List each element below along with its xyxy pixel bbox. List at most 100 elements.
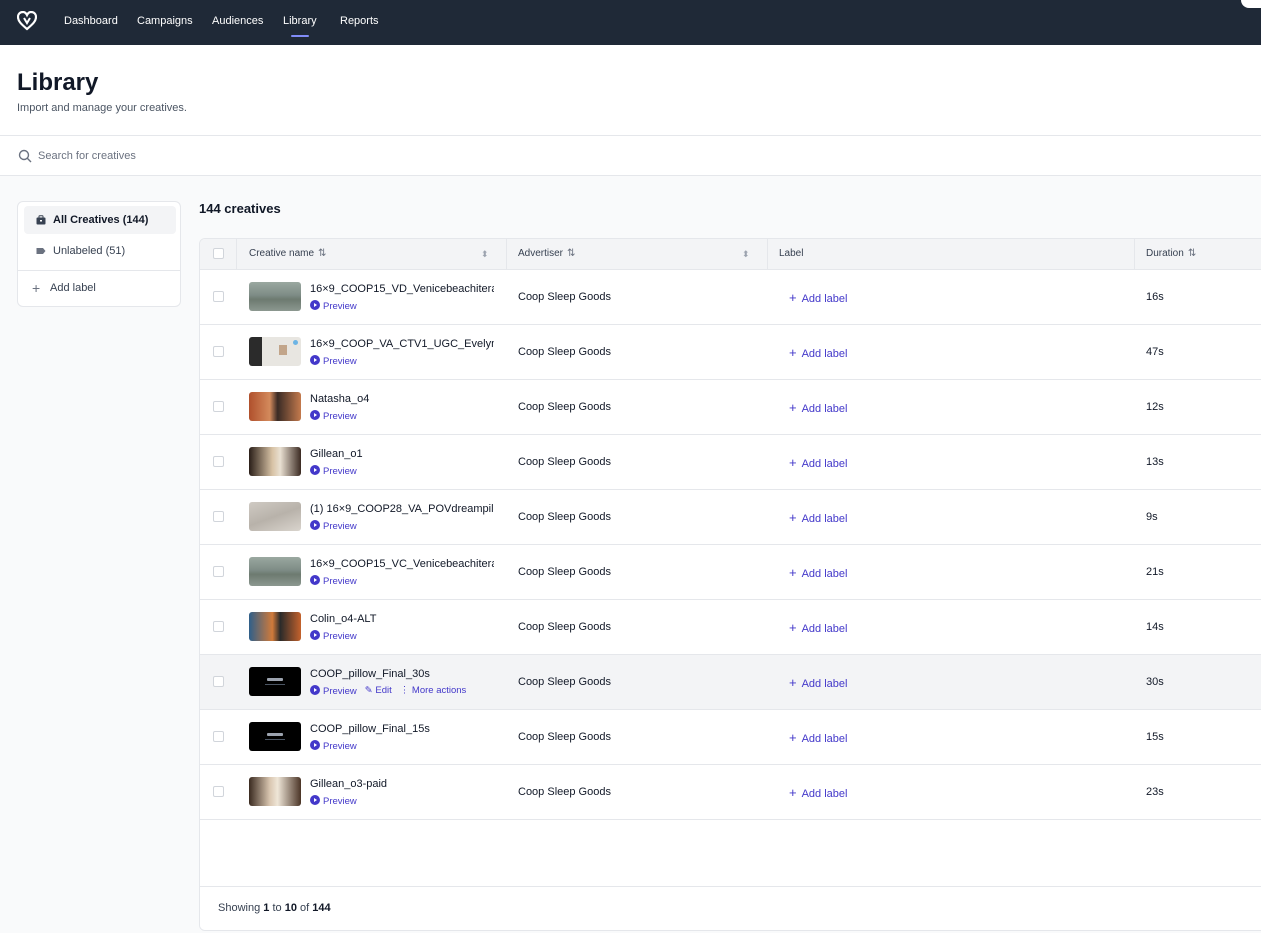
- duration-value: 15s: [1146, 731, 1164, 743]
- pagination-summary: Showing 1 to 10 of 144: [218, 887, 331, 929]
- preview-button[interactable]: Preview: [310, 685, 357, 697]
- add-label-text: Add label: [801, 678, 848, 690]
- user-menu-button[interactable]: [1241, 0, 1261, 8]
- column-divider: [767, 239, 768, 269]
- preview-label: Preview: [323, 576, 357, 587]
- creative-name: Gillean_o1: [310, 448, 363, 460]
- row-checkbox[interactable]: [213, 731, 224, 742]
- creative-thumbnail[interactable]: [249, 722, 301, 751]
- preview-button[interactable]: Preview: [310, 795, 357, 807]
- play-icon: [310, 575, 320, 585]
- preview-button[interactable]: Preview: [310, 300, 357, 312]
- creative-thumbnail[interactable]: [249, 777, 301, 806]
- more-actions-button[interactable]: ⋮ More actions: [400, 685, 467, 696]
- column-name-label: Creative name: [249, 248, 315, 259]
- add-label-text: Add label: [801, 733, 848, 745]
- creative-thumbnail[interactable]: [249, 282, 301, 311]
- search-icon: [18, 149, 32, 163]
- creative-thumbnail[interactable]: [249, 502, 301, 531]
- search-bar: [0, 136, 1261, 176]
- add-label-button[interactable]: + Add label: [789, 325, 847, 382]
- column-header-name[interactable]: Creative name ⇅: [249, 239, 326, 269]
- row-actions: Preview: [310, 520, 365, 533]
- column-header-advertiser[interactable]: Advertiser ⇅: [518, 239, 575, 269]
- row-checkbox[interactable]: [213, 401, 224, 412]
- play-icon: [310, 465, 320, 475]
- briefcase-icon: [36, 215, 46, 225]
- row-actions: Preview: [310, 575, 365, 588]
- preview-button[interactable]: Preview: [310, 520, 357, 532]
- advertiser-name: Coop Sleep Goods: [518, 786, 611, 798]
- row-checkbox[interactable]: [213, 786, 224, 797]
- nav-audiences[interactable]: Audiences: [212, 0, 263, 45]
- creative-thumbnail[interactable]: [249, 557, 301, 586]
- search-input[interactable]: [38, 144, 638, 168]
- row-checkbox[interactable]: [213, 456, 224, 467]
- row-checkbox[interactable]: [213, 621, 224, 632]
- table-row[interactable]: COOP_pillow_Final_30s Preview ✎ Edit ⋮ Mor…: [200, 655, 1261, 710]
- creative-thumbnail[interactable]: [249, 392, 301, 421]
- creative-thumbnail[interactable]: [249, 667, 301, 696]
- play-icon: [310, 685, 320, 695]
- preview-label: Preview: [323, 796, 357, 807]
- table-row[interactable]: 16×9_COOP_VA_CTV1_UGC_EvelynHe Preview C…: [200, 325, 1261, 380]
- sidebar-item-unlabeled[interactable]: Unlabeled (51): [24, 237, 176, 265]
- column-resize-icon[interactable]: ⬍: [742, 239, 750, 269]
- preview-button[interactable]: Preview: [310, 575, 357, 587]
- column-header-duration[interactable]: Duration ⇅: [1146, 239, 1196, 269]
- add-label-button[interactable]: + Add label: [789, 270, 847, 327]
- table-row[interactable]: 16×9_COOP15_VC_Venicebeachiterat Preview…: [200, 545, 1261, 600]
- column-resize-icon[interactable]: ⬍: [481, 239, 489, 269]
- table-row[interactable]: Colin_o4-ALT Preview Coop Sleep Goods + A…: [200, 600, 1261, 655]
- table-row[interactable]: COOP_pillow_Final_15s Preview Coop Sleep…: [200, 710, 1261, 765]
- preview-button[interactable]: Preview: [310, 410, 357, 422]
- select-all-checkbox[interactable]: [213, 248, 224, 259]
- add-label-button[interactable]: + Add label: [789, 545, 847, 602]
- preview-label: Preview: [323, 466, 357, 477]
- creative-name: (1) 16×9_COOP28_VA_POVdreampillo: [310, 503, 494, 515]
- add-label-button[interactable]: + Add label: [789, 435, 847, 492]
- nav-dashboard[interactable]: Dashboard: [64, 0, 118, 45]
- nav-library[interactable]: Library: [283, 0, 317, 45]
- brand-logo-icon[interactable]: [17, 11, 37, 31]
- sidebar-add-label-button[interactable]: + Add label: [24, 276, 176, 300]
- add-label-button[interactable]: + Add label: [789, 380, 847, 437]
- preview-button[interactable]: Preview: [310, 630, 357, 642]
- table-row[interactable]: (1) 16×9_COOP28_VA_POVdreampillo Preview…: [200, 490, 1261, 545]
- sidebar-item-all-creatives[interactable]: All Creatives (144): [24, 206, 176, 234]
- add-label-button[interactable]: + Add label: [789, 710, 847, 767]
- creative-thumbnail[interactable]: [249, 447, 301, 476]
- add-label-button[interactable]: + Add label: [789, 490, 847, 547]
- range-end: 10: [284, 902, 297, 914]
- table-row[interactable]: 16×9_COOP15_VD_Venicebeachiterat Preview…: [200, 270, 1261, 325]
- table-row[interactable]: Gillean_o1 Preview Coop Sleep Goods + Add…: [200, 435, 1261, 490]
- row-checkbox[interactable]: [213, 346, 224, 357]
- row-checkbox[interactable]: [213, 566, 224, 577]
- preview-button[interactable]: Preview: [310, 465, 357, 477]
- creative-thumbnail[interactable]: [249, 612, 301, 641]
- play-icon: [310, 630, 320, 640]
- row-checkbox[interactable]: [213, 291, 224, 302]
- plus-icon: +: [789, 400, 797, 415]
- add-label-button[interactable]: + Add label: [789, 765, 847, 822]
- duration-value: 30s: [1146, 676, 1164, 688]
- advertiser-name: Coop Sleep Goods: [518, 511, 611, 523]
- preview-button[interactable]: Preview: [310, 355, 357, 367]
- table-row[interactable]: Gillean_o3-paid Preview Coop Sleep Goods…: [200, 765, 1261, 820]
- row-checkbox[interactable]: [213, 511, 224, 522]
- nav-campaigns[interactable]: Campaigns: [137, 0, 193, 45]
- plus-icon: +: [789, 290, 797, 305]
- add-label-button[interactable]: + Add label: [789, 600, 847, 657]
- creative-thumbnail[interactable]: [249, 337, 301, 366]
- sidebar-item-label: Unlabeled (51): [53, 245, 126, 257]
- column-divider: [1134, 239, 1135, 269]
- preview-label: Preview: [323, 411, 357, 422]
- add-label-button[interactable]: + Add label: [789, 655, 847, 712]
- table-row[interactable]: Natasha_o4 Preview Coop Sleep Goods + Add…: [200, 380, 1261, 435]
- row-checkbox[interactable]: [213, 676, 224, 687]
- nav-reports[interactable]: Reports: [340, 0, 379, 45]
- preview-button[interactable]: Preview: [310, 740, 357, 752]
- sort-icon: ⇅: [318, 248, 327, 259]
- edit-button[interactable]: ✎ Edit: [365, 685, 392, 696]
- advertiser-name: Coop Sleep Goods: [518, 731, 611, 743]
